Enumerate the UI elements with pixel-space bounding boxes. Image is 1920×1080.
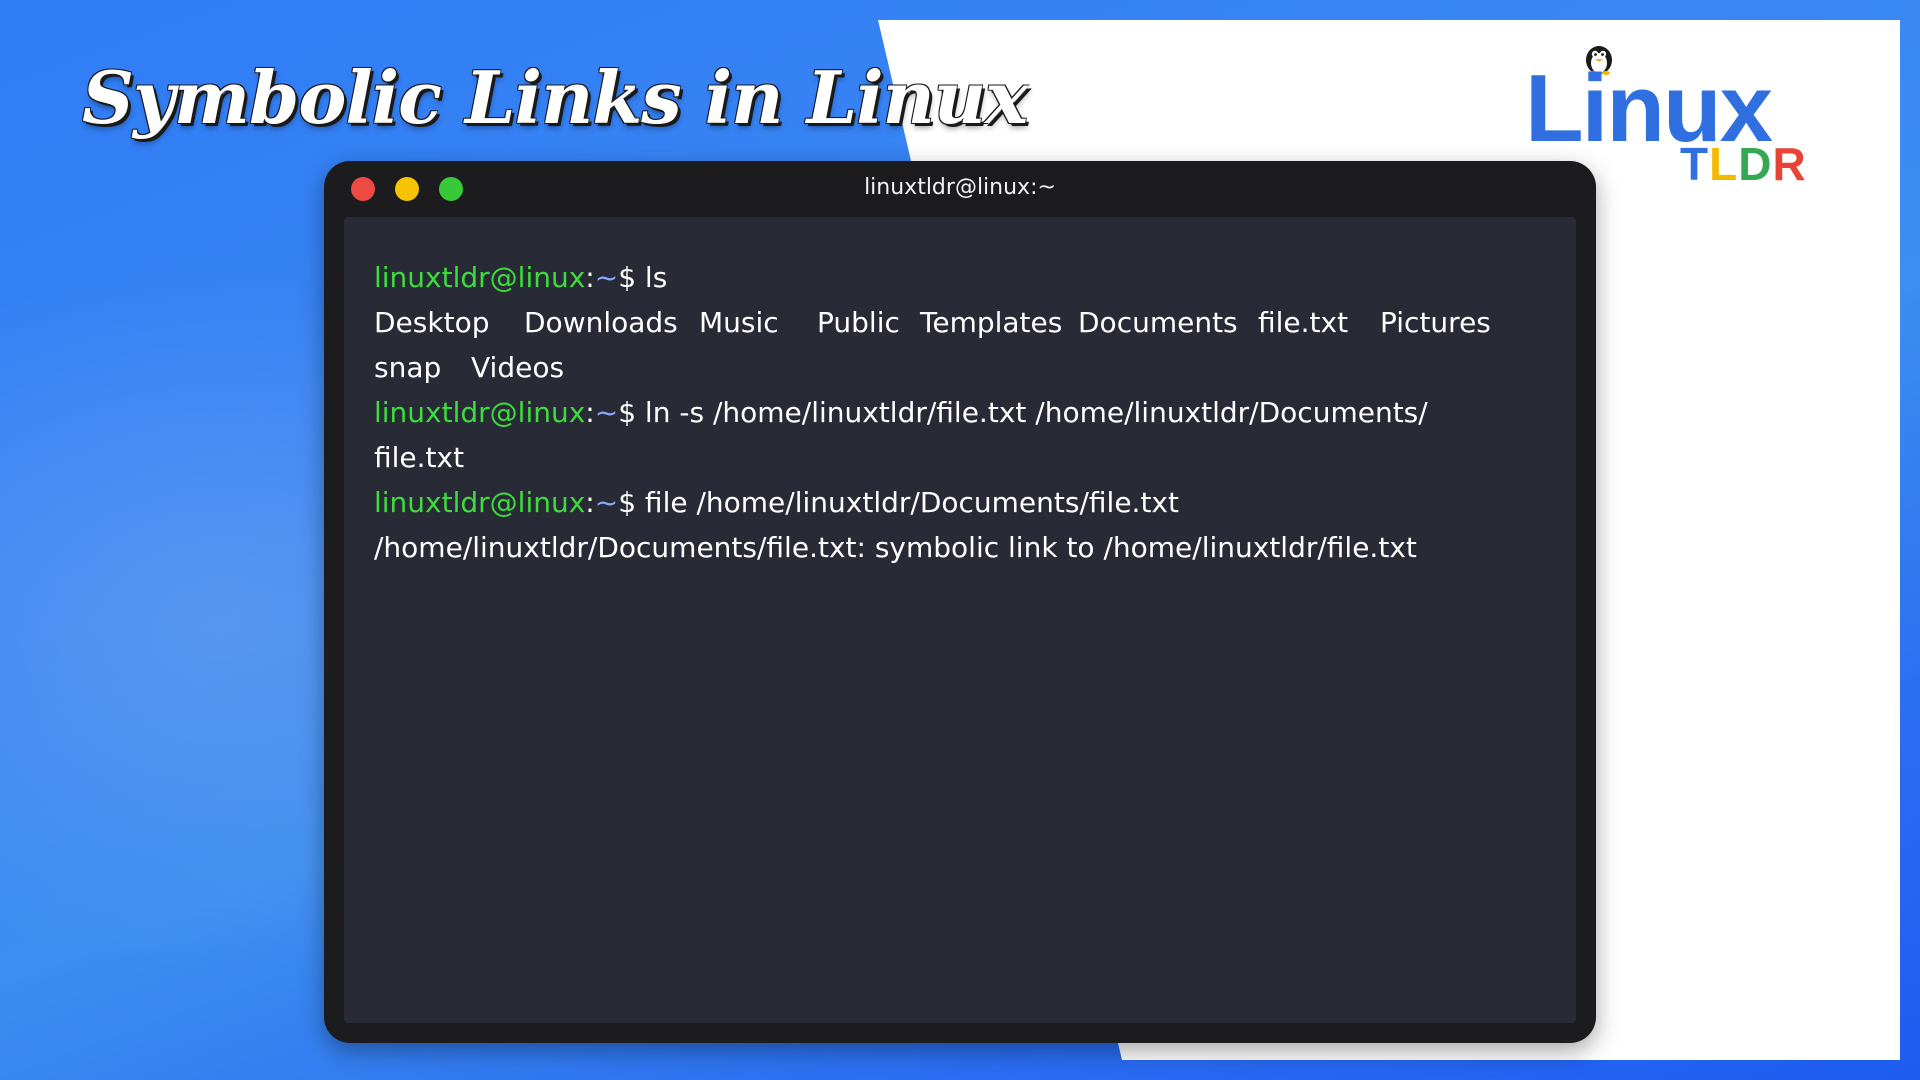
command-line-file: linuxtldr@linux:~$ file /home/linuxtldr/… bbox=[374, 480, 1554, 525]
logo-letter-t: T bbox=[1680, 138, 1710, 190]
command-text: ln -s /home/linuxtldr/file.txt /home/lin… bbox=[636, 396, 1428, 429]
terminal-title: linuxtldr@linux:~ bbox=[864, 175, 1056, 200]
prompt-user: linuxtldr@linux bbox=[374, 486, 586, 519]
prompt-user: linuxtldr@linux bbox=[374, 261, 586, 294]
ls-output-row: snap Videos bbox=[374, 345, 1554, 390]
prompt-dollar: $ bbox=[618, 396, 637, 429]
prompt-dollar: $ bbox=[618, 261, 637, 294]
ls-entry: Music bbox=[699, 306, 779, 339]
ls-entry: Pictures bbox=[1380, 306, 1491, 339]
terminal-titlebar[interactable]: linuxtldr@linux:~ bbox=[324, 161, 1596, 215]
file-output: /home/linuxtldr/Documents/file.txt: symb… bbox=[374, 531, 1417, 564]
command-line-ln: linuxtldr@linux:~$ ln -s /home/linuxtldr… bbox=[374, 390, 1554, 435]
logo-letter-d: D bbox=[1738, 138, 1773, 190]
ls-entry: Public bbox=[817, 306, 900, 339]
logo-letter-r: R bbox=[1772, 138, 1807, 190]
ls-entry: snap bbox=[374, 351, 442, 384]
ls-entry: Downloads bbox=[524, 306, 678, 339]
prompt-path: ~ bbox=[594, 396, 619, 429]
prompt-colon: : bbox=[585, 486, 595, 519]
ls-output-row: Desktop Downloads Music Public Templates… bbox=[374, 300, 1554, 345]
command-wrap: file.txt bbox=[374, 441, 465, 474]
ls-entry: file.txt bbox=[1258, 306, 1349, 339]
logo-tldr: TLDR bbox=[1680, 134, 1807, 194]
ls-entry: Templates bbox=[920, 306, 1063, 339]
command-line-ls: linuxtldr@linux:~$ ls bbox=[374, 255, 1554, 300]
ls-entry: Desktop bbox=[374, 306, 490, 339]
terminal-output: linuxtldr@linux:~$ ls Desktop Downloads … bbox=[374, 255, 1554, 570]
prompt-user: linuxtldr@linux bbox=[374, 396, 586, 429]
ls-entry: Documents bbox=[1078, 306, 1238, 339]
page-title: Symbolic Links in Linux bbox=[82, 55, 1028, 140]
logo-letter-l: L bbox=[1709, 138, 1739, 190]
terminal-window[interactable]: linuxtldr@linux:~ linuxtldr@linux:~$ ls … bbox=[324, 161, 1596, 1043]
command-text: file /home/linuxtldr/Documents/file.txt bbox=[636, 486, 1179, 519]
prompt-colon: : bbox=[585, 261, 595, 294]
command-text: ls bbox=[636, 261, 668, 294]
prompt-path: ~ bbox=[594, 261, 619, 294]
prompt-dollar: $ bbox=[618, 486, 637, 519]
ls-entry: Videos bbox=[471, 351, 565, 384]
prompt-path: ~ bbox=[594, 486, 619, 519]
terminal-body[interactable]: linuxtldr@linux:~$ ls Desktop Downloads … bbox=[344, 217, 1576, 1023]
prompt-colon: : bbox=[585, 396, 595, 429]
